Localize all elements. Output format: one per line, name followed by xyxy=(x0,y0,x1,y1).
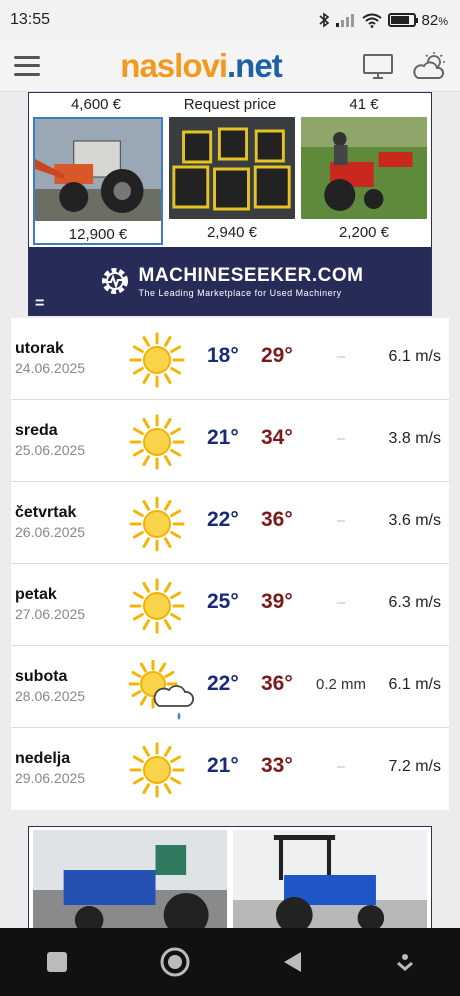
battery-icon xyxy=(387,13,418,27)
machineseeker-ad[interactable]: 4,600 € Request price 41 € 12,900 € 2,94… xyxy=(28,92,432,316)
sun-cloud-rain-icon xyxy=(128,659,194,720)
day-date: 25.06.2025 xyxy=(15,442,86,458)
monitor-icon[interactable] xyxy=(362,52,394,80)
ad-item-scrubbers[interactable]: 2,940 € xyxy=(169,117,295,245)
signal-icon xyxy=(335,14,354,27)
day-date: 27.06.2025 xyxy=(15,606,86,622)
min-temperature: 21° xyxy=(207,426,239,449)
precipitation: – xyxy=(336,430,346,447)
page-content: 4,600 € Request price 41 € 12,900 € 2,94… xyxy=(0,92,460,928)
precipitation: 0.2 mm xyxy=(315,676,366,693)
site-header: naslovi.net xyxy=(0,40,460,92)
ad-price: Request price xyxy=(183,95,277,113)
forecast-row[interactable]: četvrtak 26.06.2025 22° 36° – 3.6 m/s xyxy=(11,482,449,564)
day-name: četvrtak xyxy=(15,504,77,521)
sun-icon xyxy=(129,496,185,552)
forecast-day: sreda 25.06.2025 xyxy=(15,422,85,458)
wind-speed: 6.3 m/s xyxy=(388,594,441,611)
min-temperature: 22° xyxy=(207,672,239,695)
weather-cloud-icon[interactable] xyxy=(412,51,446,81)
ad-menu-icon[interactable]: = xyxy=(35,295,44,313)
ad-price: 41 € xyxy=(349,95,379,113)
forecast-row[interactable]: sreda 25.06.2025 21° 34° – 3.8 m/s xyxy=(11,400,449,482)
forecast-day: petak 27.06.2025 xyxy=(15,586,85,622)
battery-percent: 82% xyxy=(421,11,448,29)
day-name: sreda xyxy=(15,422,58,439)
min-temperature: 22° xyxy=(207,508,239,531)
precipitation: – xyxy=(336,594,346,611)
wind-speed: 6.1 m/s xyxy=(388,348,441,365)
day-date: 28.06.2025 xyxy=(15,688,86,704)
day-name: subota xyxy=(15,668,68,685)
min-temperature: 18° xyxy=(207,344,239,367)
forecast-day: nedelja 29.06.2025 xyxy=(15,750,85,786)
tractor-ad-bottom[interactable] xyxy=(28,826,432,928)
menu-icon[interactable] xyxy=(14,55,40,76)
sun-icon xyxy=(129,414,185,470)
sun-icon xyxy=(129,332,185,388)
machineseeker-banner[interactable]: MACHINESEEKER.COM The Leading Marketplac… xyxy=(29,247,431,315)
day-date: 29.06.2025 xyxy=(15,770,86,786)
day-date: 26.06.2025 xyxy=(15,524,86,540)
max-temperature: 39° xyxy=(261,590,293,613)
precipitation: – xyxy=(336,348,346,365)
forecast-row[interactable]: petak 27.06.2025 25° 39° – 6.3 m/s xyxy=(11,564,449,646)
day-name: utorak xyxy=(15,340,64,357)
bluetooth-icon xyxy=(319,12,329,28)
min-temperature: 21° xyxy=(207,754,239,777)
red-tractor-image xyxy=(301,117,427,219)
precipitation: – xyxy=(336,758,346,775)
forecast-day: utorak 24.06.2025 xyxy=(15,340,85,376)
ad-brand: MACHINESEEKER.COM xyxy=(138,264,364,286)
day-name: petak xyxy=(15,586,57,603)
ad-item-tractor-red[interactable]: 2,200 € xyxy=(301,117,427,245)
wind-speed: 3.8 m/s xyxy=(388,430,441,447)
max-temperature: 33° xyxy=(261,754,293,777)
wind-speed: 7.2 m/s xyxy=(388,758,441,775)
status-bar: 13:55 82% xyxy=(0,0,460,40)
home-icon[interactable] xyxy=(159,946,191,978)
max-temperature: 36° xyxy=(261,672,293,695)
ad-price-row: 4,600 € Request price 41 € xyxy=(29,93,431,115)
recent-apps-icon[interactable] xyxy=(45,950,69,974)
max-temperature: 36° xyxy=(261,508,293,531)
logo-text-naslovi: naslovi xyxy=(120,47,228,84)
forecast-day: četvrtak 26.06.2025 xyxy=(15,504,85,540)
wind-speed: 3.6 m/s xyxy=(388,512,441,529)
blue-tractor-image xyxy=(33,830,227,928)
weather-forecast-list: utorak 24.06.2025 18° 29° – 6.1 m/s sred… xyxy=(11,318,449,810)
ad-item-price: 2,200 € xyxy=(338,224,390,241)
back-icon[interactable] xyxy=(281,950,305,974)
max-temperature: 29° xyxy=(261,344,293,367)
ad-item-price: 2,940 € xyxy=(206,224,258,241)
forecast-day: subota 28.06.2025 xyxy=(15,668,85,704)
status-time: 13:55 xyxy=(10,11,51,28)
tractor-image xyxy=(35,119,161,221)
gear-icon xyxy=(101,268,128,294)
site-logo[interactable]: naslovi.net xyxy=(120,47,283,84)
day-name: nedelja xyxy=(15,750,71,767)
ad-tagline: The Leading Marketplace for Used Machine… xyxy=(138,287,342,298)
ad-item-tractor-orange[interactable]: 12,900 € xyxy=(33,117,163,245)
logo-text-net: .net xyxy=(227,47,283,84)
system-navigation-bar xyxy=(0,928,460,996)
forecast-row[interactable]: nedelja 29.06.2025 21° 33° – 7.2 m/s xyxy=(11,728,449,810)
navigation-down-icon[interactable] xyxy=(395,952,415,972)
min-temperature: 25° xyxy=(207,590,239,613)
wifi-icon xyxy=(361,13,382,28)
ad-price: 4,600 € xyxy=(70,95,122,113)
forecast-row[interactable]: subota 28.06.2025 22° 36° 0.2 mm 6.1 m/s xyxy=(11,646,449,728)
day-date: 24.06.2025 xyxy=(15,360,86,376)
blue-compact-tractor-image xyxy=(233,830,427,928)
sun-icon xyxy=(129,578,185,634)
ad-item-price: 12,900 € xyxy=(68,226,128,243)
precipitation: – xyxy=(336,512,346,529)
wind-speed: 6.1 m/s xyxy=(388,676,441,693)
forecast-row[interactable]: utorak 24.06.2025 18° 29° – 6.1 m/s xyxy=(11,318,449,400)
cleaning-machines-image xyxy=(169,117,295,219)
sun-icon xyxy=(129,742,185,798)
max-temperature: 34° xyxy=(261,426,293,449)
